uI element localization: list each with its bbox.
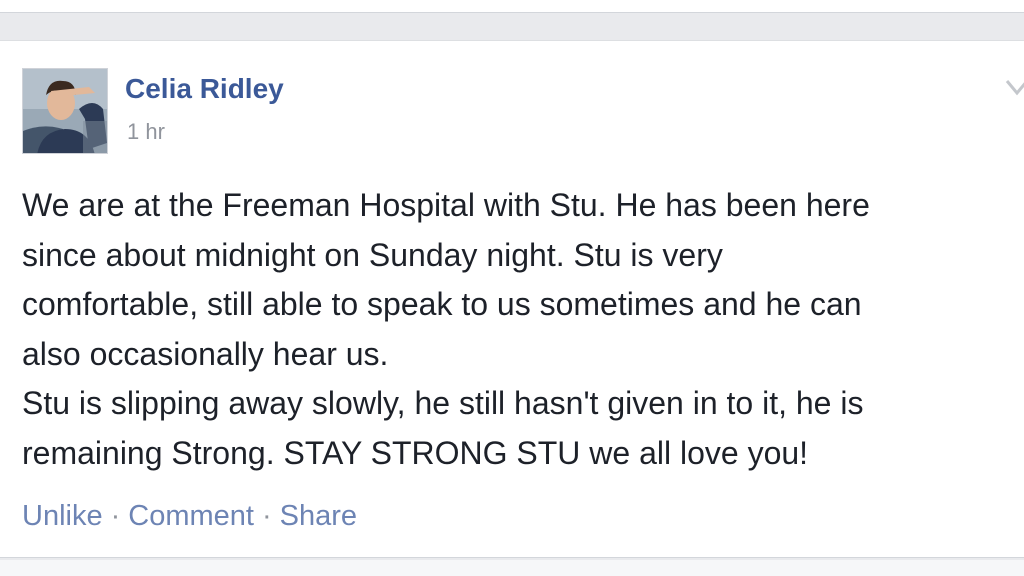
- post-timestamp[interactable]: 1 hr: [127, 119, 165, 145]
- action-separator: ·: [110, 500, 121, 532]
- avatar[interactable]: [22, 68, 108, 154]
- chevron-down-icon[interactable]: [1003, 73, 1024, 103]
- post-body-line: since about midnight on Sunday night. St…: [22, 236, 723, 273]
- post-body: We are at the Freeman Hospital with Stu.…: [22, 181, 1012, 478]
- next-post-edge: [0, 560, 1024, 576]
- unlike-button[interactable]: Unlike: [22, 500, 103, 532]
- post-body-line: also occasionally hear us.: [22, 335, 389, 372]
- previous-post-edge: [0, 0, 1024, 13]
- share-button[interactable]: Share: [280, 500, 357, 532]
- comment-button[interactable]: Comment: [128, 500, 254, 532]
- post-actions: Unlike · Comment · Share: [22, 500, 357, 533]
- post-body-line: Stu is slipping away slowly, he still ha…: [22, 385, 864, 421]
- feed-post-card: Celia Ridley 1 hr We are at the Freeman …: [0, 40, 1024, 558]
- author-name-link[interactable]: Celia Ridley: [125, 73, 284, 105]
- action-separator: ·: [261, 500, 272, 532]
- profile-photo: [23, 69, 107, 153]
- post-body-line: remaining Strong. STAY STRONG STU we all…: [22, 434, 809, 471]
- post-body-line: We are at the Freeman Hospital with Stu.…: [22, 187, 870, 223]
- post-body-line: comfortable, still able to speak to us s…: [22, 286, 862, 322]
